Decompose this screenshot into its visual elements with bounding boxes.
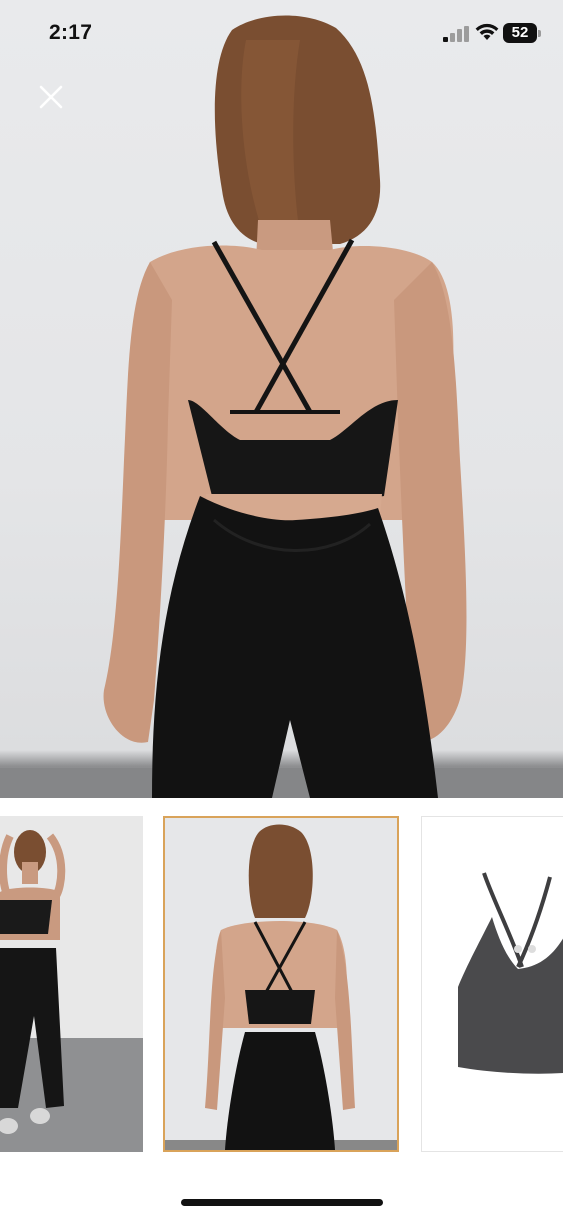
thumbnail-product-only[interactable] xyxy=(421,816,563,1152)
battery-icon: 52 xyxy=(503,23,541,43)
gray-sports-bra-illustration xyxy=(458,872,563,1074)
wifi-icon xyxy=(475,23,499,40)
status-bar: 2:17 52 xyxy=(0,0,563,68)
cellular-signal-icon xyxy=(443,26,469,42)
main-product-image[interactable]: 2:17 52 xyxy=(0,0,563,798)
close-button[interactable] xyxy=(34,80,68,114)
model-back-view-thumbnail-illustration xyxy=(165,824,397,1150)
battery-cap xyxy=(538,30,541,37)
model-back-view-illustration xyxy=(0,15,563,798)
thumbnail-front-view[interactable] xyxy=(0,816,143,1152)
home-indicator[interactable] xyxy=(181,1199,383,1206)
thumbnail-back-view-selected[interactable] xyxy=(163,816,399,1152)
status-time: 2:17 xyxy=(49,21,93,44)
close-icon xyxy=(39,85,63,109)
battery-level: 52 xyxy=(503,23,537,43)
thumbnail-strip xyxy=(0,816,563,1152)
model-front-view-illustration xyxy=(0,830,143,1152)
